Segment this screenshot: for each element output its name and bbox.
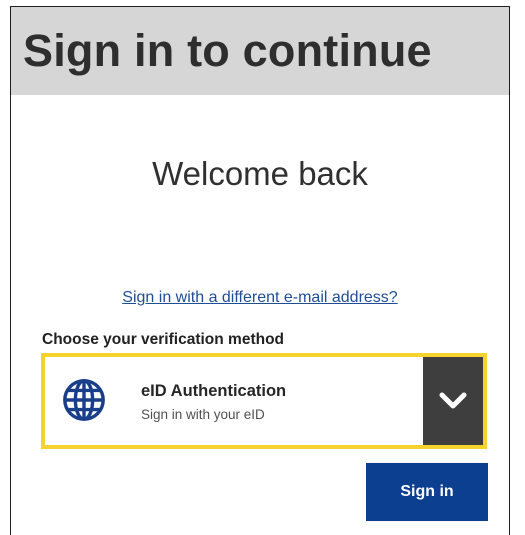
verification-method-label: Choose your verification method — [42, 331, 285, 348]
selected-method-option[interactable]: eID Authentication Sign in with your eID — [45, 357, 423, 445]
page-header: Sign in to continue — [11, 7, 509, 95]
page-title: Sign in to continue — [23, 25, 432, 76]
welcome-heading: Welcome back — [152, 155, 368, 192]
chevron-down-icon — [439, 392, 467, 409]
different-email-link[interactable]: Sign in with a different e-mail address? — [11, 289, 509, 307]
verification-method-select[interactable]: eID Authentication Sign in with your eID — [41, 353, 487, 449]
method-name: eID Authentication — [141, 382, 287, 400]
sign-in-button[interactable]: Sign in — [366, 463, 488, 521]
sign-in-panel: Sign in to continue Welcome back Sign in… — [10, 6, 510, 535]
method-description: Sign in with your eID — [141, 407, 265, 422]
globe-icon — [63, 379, 105, 421]
dropdown-toggle[interactable] — [423, 357, 483, 445]
